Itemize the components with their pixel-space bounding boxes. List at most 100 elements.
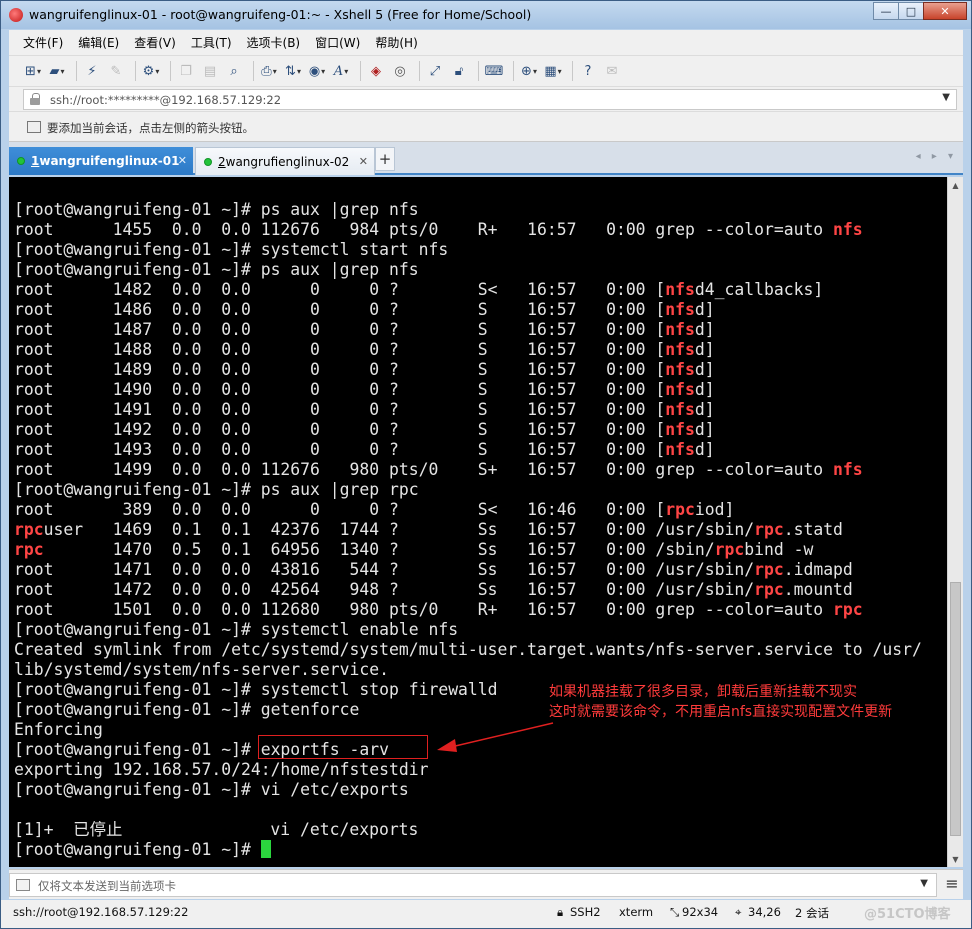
send-placeholder: 仅将文本发送到当前选项卡: [38, 879, 176, 893]
annotation-line: 如果机器挂载了很多目录，卸载后重新挂载不现实: [549, 684, 857, 700]
disconnect-icon[interactable]: ✎: [106, 61, 126, 81]
highlighted-match: nfs: [665, 360, 695, 379]
highlighted-match: nfs: [665, 380, 695, 399]
terminal-text: d4_callbacks]: [694, 280, 824, 299]
terminal-text: root 1493 0.0 0.0 0 0 ? S 16:57 0:00 [: [14, 440, 666, 459]
highlighted-match: nfs: [665, 400, 695, 419]
terminal-scrollbar[interactable]: ▲ ▼: [947, 177, 963, 867]
comment-icon[interactable]: ✉: [602, 61, 622, 81]
session-hint-bar: 要添加当前会话，点击左侧的箭头按钮。: [9, 112, 963, 142]
new-tab-button[interactable]: +: [375, 147, 395, 171]
print-icon[interactable]: ⎙: [259, 61, 279, 81]
find-icon[interactable]: ⌕: [224, 61, 244, 81]
menu-file[interactable]: 文件(F): [23, 34, 63, 51]
terminal-text: [root@wangruifeng-01 ~]#: [14, 840, 261, 859]
xftp-icon[interactable]: ◈: [366, 61, 386, 81]
menu-window[interactable]: 窗口(W): [315, 34, 360, 51]
tab-close-icon[interactable]: ✕: [359, 155, 368, 168]
highlighted-match: nfs: [665, 420, 695, 439]
terminal-line: [root@wangruifeng-01 ~]# systemctl enabl…: [14, 620, 922, 640]
terminal-line: root 1490 0.0 0.0 0 0 ? S 16:57 0:00 [nf…: [14, 380, 922, 400]
send-mode-icon[interactable]: [16, 879, 30, 891]
terminal-area[interactable]: [root@wangruifeng-01 ~]# ps aux |grep nf…: [9, 177, 947, 867]
add-session-arrow-icon[interactable]: [27, 121, 41, 133]
layout-icon[interactable]: ▦: [543, 61, 563, 81]
fullscreen-icon[interactable]: ⤢: [425, 61, 445, 81]
terminal-text: d]: [694, 420, 715, 439]
toolbar: ⊞ ▰ ⚡ ✎ ⚙ ❐ ▤ ⌕ ⎙ ⇅ ◉ A ◈ ◎ ⤢ 🔓︎ ⌨ ⊕ ▦ ?…: [9, 56, 963, 87]
terminal-line: [root@wangruifeng-01 ~]# vi /etc/exports: [14, 780, 922, 800]
properties-icon[interactable]: ⚙: [141, 61, 161, 81]
keyboard-icon[interactable]: ⌨: [484, 61, 504, 81]
terminal-text: user 1469 0.1 0.1 42376 1744 ? Ss 16:57 …: [43, 520, 755, 539]
window-title: wangruifenglinux-01 - root@wangruifeng-0…: [29, 7, 532, 22]
terminal-text: root 1499 0.0 0.0 112676 980 pts/0 S+ 16…: [14, 460, 834, 479]
status-term: xterm: [619, 905, 654, 919]
new-tab-icon[interactable]: ⊕: [519, 61, 539, 81]
terminal-text: Enforcing: [14, 720, 103, 739]
open-folder-icon[interactable]: ▰: [47, 61, 67, 81]
menu-help[interactable]: 帮助(H): [375, 34, 417, 51]
maximize-button[interactable]: □: [898, 2, 924, 20]
chevron-down-icon[interactable]: ▼: [942, 92, 950, 103]
status-sessions: 2 会话: [795, 906, 829, 920]
close-button[interactable]: ✕: [923, 2, 967, 20]
terminal-text: lib/systemd/system/nfs-server.service.: [14, 660, 389, 679]
scroll-up-icon[interactable]: ▲: [948, 177, 963, 193]
menu-edit[interactable]: 编辑(E): [78, 34, 119, 51]
connected-status-icon: [204, 157, 212, 166]
globe-icon[interactable]: ◉: [307, 61, 327, 81]
scroll-down-icon[interactable]: ▼: [948, 851, 963, 867]
tab-close-icon[interactable]: ✕: [178, 154, 187, 167]
connect-icon[interactable]: ⚡: [82, 61, 102, 81]
tab-bar: 1 wangruifenglinux-01 ✕ 2 wangrufienglin…: [9, 142, 963, 175]
tab-navigation-icons[interactable]: ◂ ▸ ▾: [916, 151, 957, 162]
terminal-text: root 1490 0.0 0.0 0 0 ? S 16:57 0:00 [: [14, 380, 666, 399]
xmanager-icon[interactable]: ◎: [390, 61, 410, 81]
terminal-line: [root@wangruifeng-01 ~]# ps aux |grep nf…: [14, 200, 922, 220]
status-cursor-pos: 34,26: [748, 905, 781, 919]
terminal-text: root 1487 0.0 0.0 0 0 ? S 16:57 0:00 [: [14, 320, 666, 339]
highlighted-match: nfs: [833, 460, 863, 479]
toolbar-divider: [513, 61, 514, 81]
help-icon[interactable]: ?: [578, 61, 598, 81]
title-bar[interactable]: wangruifenglinux-01 - root@wangruifeng-0…: [1, 1, 971, 29]
terminal-text: [root@wangruifeng-01 ~]# systemctl stop …: [14, 680, 498, 699]
terminal-text: d]: [694, 360, 715, 379]
toolbar-divider: [572, 61, 573, 81]
tab-session-2[interactable]: 2 wangrufienglinux-02 ✕: [195, 147, 375, 175]
toolbar-divider: [419, 61, 420, 81]
highlighted-match: nfs: [665, 280, 695, 299]
menu-view[interactable]: 查看(V): [134, 34, 176, 51]
terminal-line: [1]+ 已停止 vi /etc/exports: [14, 820, 922, 840]
address-input[interactable]: ssh://root:*********@192.168.57.129:22 ▼: [23, 89, 957, 110]
copy-icon[interactable]: ❐: [176, 61, 196, 81]
scrollbar-thumb[interactable]: [950, 582, 961, 836]
xshell-logo-icon: [9, 8, 23, 22]
address-value: ssh://root:*********@192.168.57.129:22: [50, 93, 282, 107]
terminal-text: .mountd: [783, 580, 853, 599]
toolbar-divider: [170, 61, 171, 81]
highlighted-match: nfs: [665, 440, 695, 459]
lock-screen-icon[interactable]: 🔓︎: [449, 61, 469, 81]
chevron-down-icon[interactable]: ▼: [920, 878, 928, 889]
menu-icon[interactable]: ≡: [943, 875, 961, 893]
minimize-button[interactable]: —: [873, 2, 899, 20]
annotation-arrow-icon: [437, 722, 554, 752]
paste-icon[interactable]: ▤: [200, 61, 220, 81]
terminal-text: d]: [694, 380, 715, 399]
terminal-text: [root@wangruifeng-01 ~]# systemctl start…: [14, 240, 449, 259]
new-session-icon[interactable]: ⊞: [23, 61, 43, 81]
terminal-line: root 1488 0.0 0.0 0 0 ? S 16:57 0:00 [nf…: [14, 340, 922, 360]
terminal-line: root 1489 0.0 0.0 0 0 ? S 16:57 0:00 [nf…: [14, 360, 922, 380]
font-icon[interactable]: A: [331, 61, 351, 81]
menu-tabs[interactable]: 选项卡(B): [247, 34, 301, 51]
tab-session-1[interactable]: 1 wangruifenglinux-01 ✕: [9, 147, 193, 175]
menu-tools[interactable]: 工具(T): [191, 34, 232, 51]
terminal-line: exporting 192.168.57.0/24:/home/nfstestd…: [14, 760, 922, 780]
send-text-input[interactable]: 仅将文本发送到当前选项卡 ▼: [9, 873, 937, 897]
annotation-line: 这时就需要该命令，不用重启nfs直接实现配置文件更新: [549, 704, 893, 720]
transfer-icon[interactable]: ⇅: [283, 61, 303, 81]
highlighted-match: nfs: [665, 340, 695, 359]
cursor-icon: ⌖: [735, 905, 742, 919]
